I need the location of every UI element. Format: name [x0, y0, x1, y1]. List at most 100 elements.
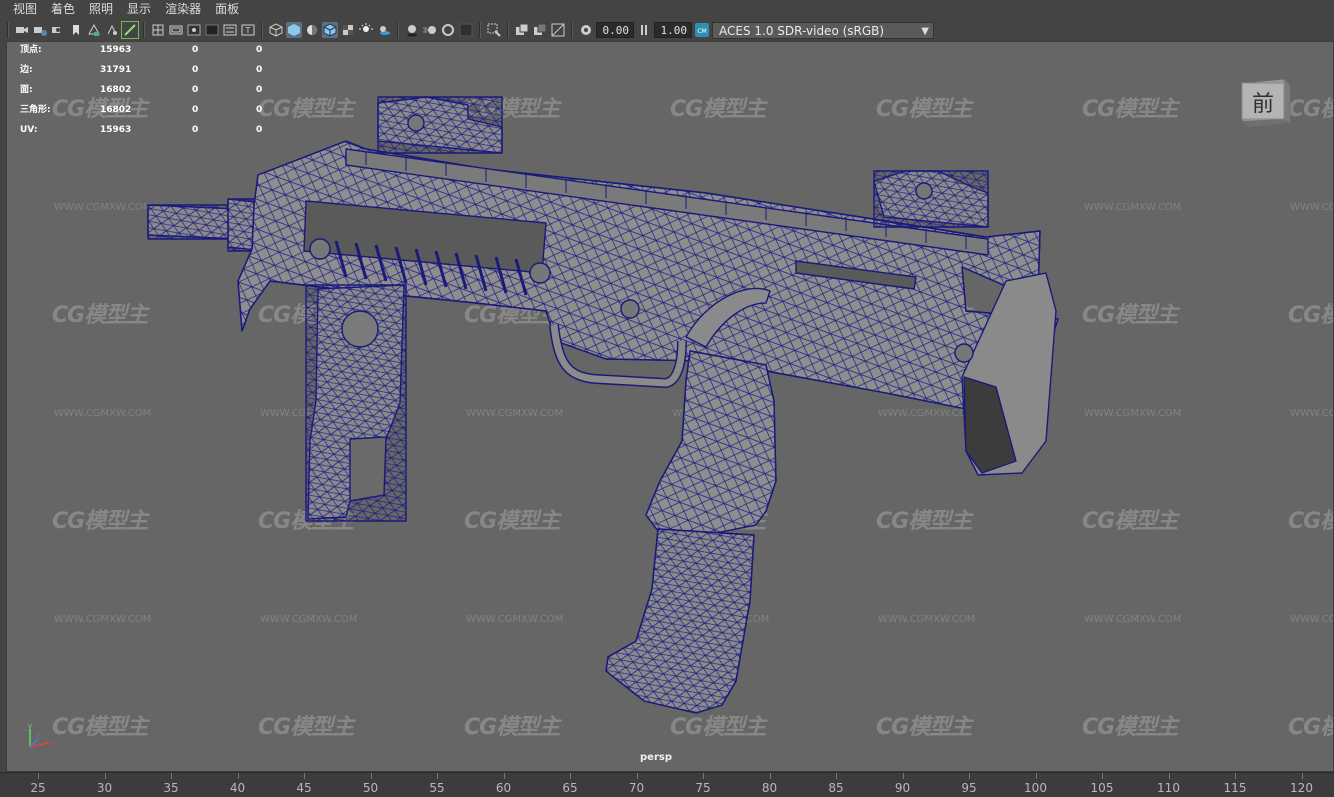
- hud-row: 顶点: 15963 0 0: [20, 41, 296, 60]
- hud-v3: 0: [256, 125, 263, 135]
- use-all-lights-icon[interactable]: [358, 22, 374, 38]
- camera-icon[interactable]: [14, 22, 30, 38]
- wireframe-on-shaded-icon[interactable]: [322, 22, 338, 38]
- poly-count-hud: 顶点: 15963 0 0 边: 31791 0 0 面: 16802 0 0 三角形: 16802 0 0 U…: [20, 41, 296, 140]
- timeline-tick-label: 40: [229, 781, 246, 795]
- image-plane-icon[interactable]: [86, 22, 102, 38]
- screen-space-ao-icon[interactable]: [404, 22, 420, 38]
- hud-v1: 16802: [100, 85, 132, 95]
- svg-text:T: T: [245, 26, 251, 35]
- svg-text:y: y: [28, 722, 32, 730]
- timeline-tick-label: 120: [1290, 781, 1313, 795]
- smg-wireframe-model[interactable]: [6, 41, 1334, 772]
- camera-attributes-icon[interactable]: [32, 22, 48, 38]
- view-cube[interactable]: 前: [1238, 75, 1292, 129]
- menu-panels[interactable]: 面板: [208, 0, 246, 19]
- grease-pencil-icon[interactable]: [121, 21, 139, 39]
- gamma-icon[interactable]: [636, 22, 652, 38]
- timeline-tick-label: 95: [961, 781, 977, 795]
- shadows-icon[interactable]: [376, 22, 392, 38]
- hud-label: 边:: [20, 65, 33, 75]
- menu-lighting[interactable]: 照明: [82, 0, 120, 19]
- timeline-tick-label: 105: [1090, 781, 1114, 795]
- grid-icon[interactable]: [150, 22, 166, 38]
- timeline-tick-label: 70: [628, 781, 645, 795]
- hud-v2: 0: [192, 45, 199, 55]
- timeline-tick-label: 55: [429, 781, 445, 795]
- view-transform-dropdown[interactable]: ACES 1.0 SDR-video (sRGB) ▼: [712, 21, 934, 39]
- svg-text:z: z: [36, 732, 40, 740]
- chevron-down-icon: ▼: [921, 25, 929, 37]
- timeline-tick-label: 45: [296, 781, 312, 795]
- menu-view[interactable]: 视图: [6, 0, 44, 19]
- field-chart-icon[interactable]: [222, 22, 238, 38]
- timeline-tick-label: 65: [562, 781, 578, 795]
- hud-v3: 0: [256, 85, 263, 95]
- xray-joints-icon[interactable]: [532, 22, 548, 38]
- color-management-icon[interactable]: CM: [694, 22, 710, 38]
- timeline-tick-label: 85: [828, 781, 844, 795]
- depth-of-field-icon[interactable]: [458, 22, 474, 38]
- timeline-tick: [104, 773, 106, 779]
- axis-gizmo: y x z: [28, 722, 53, 748]
- timeline-tick-label: 75: [695, 781, 711, 795]
- panel-menu-bar: 视图 着色 照明 显示 渲染器 面板: [0, 0, 1334, 19]
- resolution-gate-icon[interactable]: [186, 22, 202, 38]
- hud-v3: 0: [256, 105, 263, 115]
- hud-label: 顶点:: [20, 45, 42, 55]
- textured-icon[interactable]: [340, 22, 356, 38]
- two-d-pan-icon[interactable]: [104, 22, 120, 38]
- hud-label: 面:: [20, 85, 33, 95]
- default-material-icon[interactable]: [304, 22, 320, 38]
- bookmark-icon[interactable]: [68, 22, 84, 38]
- timeline-tick: [1168, 773, 1170, 779]
- timeline-tick: [304, 773, 305, 779]
- hud-row: 边: 31791 0 0: [20, 60, 296, 80]
- timeline-tick: [171, 773, 172, 779]
- wireframe-icon[interactable]: [268, 22, 284, 38]
- hud-row: UV: 15963 0 0: [20, 120, 296, 140]
- 3d-viewport[interactable]: CG模型主CG模型主CG模型主CG模型主CG模型主CG模型主CG模型主CG模型主…: [6, 41, 1334, 772]
- hud-row: 三角形: 16802 0 0: [20, 100, 296, 120]
- xray-icon[interactable]: [514, 22, 530, 38]
- motion-blur-icon[interactable]: [422, 22, 438, 38]
- hud-v2: 0: [192, 85, 199, 95]
- toolbar-separator: [7, 22, 9, 38]
- exposure-icon[interactable]: [578, 22, 594, 38]
- gate-mask-icon[interactable]: [204, 22, 220, 38]
- smooth-shade-icon[interactable]: [286, 22, 302, 38]
- hud-v1: 15963: [100, 45, 132, 55]
- timeline-tick-label: 110: [1157, 781, 1180, 795]
- timeline-tick: [237, 773, 239, 779]
- panel-toolbar: T 0.00 1.00 CM ACES 1.0 SDR-video (sRGB)…: [0, 19, 1334, 41]
- view-transform-label: ACES 1.0 SDR-video (sRGB): [719, 23, 885, 38]
- view-cube-face-label: 前: [1251, 92, 1274, 117]
- timeline-tick: [570, 773, 571, 779]
- gamma-field[interactable]: 1.00: [654, 22, 692, 38]
- hud-v1: 16802: [100, 105, 132, 115]
- anti-aliasing-icon[interactable]: [440, 22, 456, 38]
- timeline-tick: [38, 773, 39, 779]
- menu-shading[interactable]: 着色: [44, 0, 82, 19]
- toolbar-separator: [397, 22, 399, 38]
- time-slider[interactable]: 25 30 35 40 45 50 55 60 65 70 75 80 85 90 95 100 105 110 1…: [0, 772, 1334, 797]
- timeline-tick: [1235, 773, 1236, 779]
- safe-action-icon[interactable]: T: [240, 22, 256, 38]
- isolate-select-icon[interactable]: [486, 22, 502, 38]
- timeline-tick: [969, 773, 970, 779]
- hud-v2: 0: [192, 105, 199, 115]
- timeline-tick-label: 30: [96, 781, 113, 795]
- timeline-tick: [1301, 773, 1303, 779]
- lock-camera-icon[interactable]: [50, 22, 66, 38]
- timeline-tick-label: 25: [30, 781, 46, 795]
- film-gate-icon[interactable]: [168, 22, 184, 38]
- hud-v1: 15963: [100, 125, 132, 135]
- backface-culling-icon[interactable]: [550, 22, 566, 38]
- exposure-field[interactable]: 0.00: [596, 22, 634, 38]
- menu-show[interactable]: 显示: [120, 0, 158, 19]
- timeline-tick: [836, 773, 837, 779]
- timeline-tick-label: 35: [163, 781, 179, 795]
- timeline-tick-label: 80: [761, 781, 778, 795]
- timeline-tick-label: 90: [894, 781, 911, 795]
- menu-renderer[interactable]: 渲染器: [158, 0, 208, 19]
